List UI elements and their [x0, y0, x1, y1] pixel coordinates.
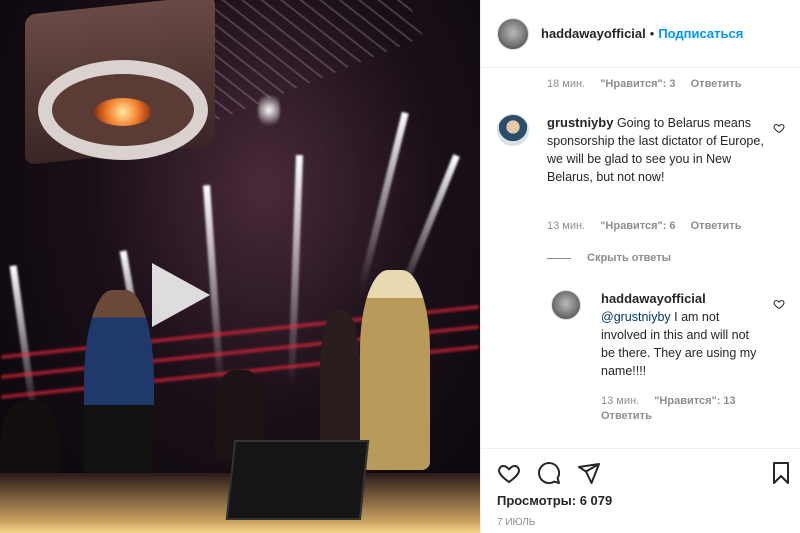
- reply-button[interactable]: Ответить: [691, 78, 742, 90]
- header-username[interactable]: haddawayofficial: [541, 26, 646, 41]
- reply-time: 13 мин.: [601, 395, 640, 407]
- hide-replies-toggle[interactable]: Скрыть ответы: [547, 252, 671, 264]
- reply-meta: 13 мин. "Нравится": 13 Ответить: [601, 394, 751, 424]
- comment-body: grustniyby Going to Belarus means sponso…: [547, 114, 769, 186]
- spotlight-beam: [358, 111, 409, 289]
- reply-button[interactable]: Ответить: [601, 410, 652, 422]
- heart-icon[interactable]: [773, 122, 785, 134]
- reply-likes[interactable]: "Нравится": 13: [654, 395, 735, 407]
- reply-body: haddawayofficial @grustniyby I am not in…: [601, 290, 761, 380]
- comment-likes[interactable]: "Нравится": 3: [600, 78, 675, 90]
- post-actions: Просмотры: 6 079 7 июль: [481, 448, 800, 533]
- post-date[interactable]: 7 июль: [497, 517, 535, 528]
- heart-icon[interactable]: [773, 298, 785, 310]
- spotlight-beam: [258, 90, 280, 130]
- views-count: Просмотры: 6 079: [497, 493, 612, 508]
- comment-time: 18 мин.: [547, 78, 586, 90]
- follow-button[interactable]: Подписаться: [658, 26, 743, 41]
- views-number: 6 079: [579, 493, 613, 508]
- replies-divider: [547, 257, 571, 259]
- play-icon[interactable]: [152, 263, 210, 327]
- singer-figure: [360, 270, 430, 470]
- comment-icon[interactable]: [537, 461, 561, 485]
- spotlight-beam: [287, 154, 304, 386]
- comment-username[interactable]: grustniyby: [547, 115, 613, 130]
- band-member-figure: [320, 310, 360, 460]
- comment-meta: 13 мин. "Нравится": 6 Ответить: [547, 220, 753, 232]
- share-icon[interactable]: [577, 461, 601, 485]
- views-label: Просмотры:: [497, 493, 577, 508]
- post-header: haddawayofficial • Подписаться: [481, 0, 800, 68]
- header-separator: •: [649, 26, 655, 41]
- video-player[interactable]: [0, 0, 480, 533]
- comment-meta: 18 мин. "Нравится": 3 Ответить: [547, 78, 753, 90]
- stage-speaker: [225, 440, 370, 520]
- stage-light-core: [94, 98, 152, 126]
- post-panel: haddawayofficial • Подписаться 18 мин. "…: [480, 0, 800, 533]
- avatar[interactable]: [497, 114, 529, 146]
- heart-icon[interactable]: [497, 461, 521, 485]
- reply-username[interactable]: haddawayofficial: [601, 291, 706, 306]
- bookmark-icon[interactable]: [769, 461, 793, 485]
- avatar[interactable]: [497, 17, 529, 50]
- hide-replies-label: Скрыть ответы: [587, 252, 671, 264]
- reply-button[interactable]: Ответить: [691, 220, 742, 232]
- comment-likes[interactable]: "Нравится": 6: [600, 220, 675, 232]
- avatar[interactable]: [551, 290, 581, 320]
- comment-time: 13 мин.: [547, 220, 586, 232]
- reply-mention[interactable]: @grustniyby: [601, 310, 671, 324]
